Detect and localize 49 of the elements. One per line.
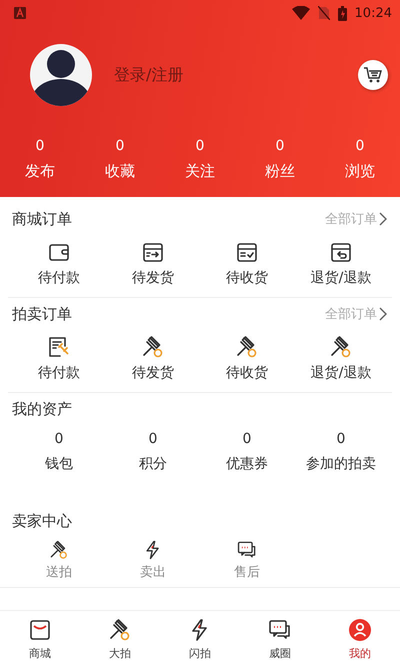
order-status-label[interactable]: 待收货 [226, 364, 268, 382]
order-status-label[interactable]: 退货/退款 [310, 364, 372, 382]
stat-label[interactable]: 关注 [185, 162, 215, 181]
clock-time: 10:24 [354, 6, 392, 20]
no-sim-icon [318, 6, 330, 20]
asset-label[interactable]: 参加的拍卖 [306, 455, 376, 473]
stat-count: 0 [36, 138, 44, 154]
battery-icon [338, 6, 347, 20]
section-title: 卖家中心 [12, 512, 72, 530]
stat-count: 0 [116, 138, 124, 154]
stat-count: 0 [276, 138, 284, 154]
order-status-label[interactable]: 待收货 [226, 269, 268, 287]
order-status-label[interactable]: 待付款 [38, 269, 80, 287]
asset-count: 0 [336, 431, 346, 447]
cart-button[interactable] [358, 60, 388, 90]
seller-action-label[interactable]: 卖出 [140, 563, 166, 581]
order-status-label[interactable]: 待发货 [132, 269, 174, 287]
nav-tab[interactable]: 大拍 [80, 611, 160, 666]
stat-count: 0 [356, 138, 364, 154]
stat-label[interactable]: 收藏 [105, 162, 135, 181]
order-status-label[interactable]: 退货/退款 [310, 269, 372, 287]
app-notification-icon [14, 7, 26, 19]
user-icon [347, 616, 373, 642]
order-status-label[interactable]: 待发货 [132, 364, 174, 382]
seller-action-label[interactable]: 售后 [234, 563, 260, 581]
section-title: 我的资产 [12, 400, 72, 418]
nav-tab[interactable]: 我的 [320, 611, 400, 666]
chevron-icon [379, 212, 388, 226]
order-status-label[interactable]: 待付款 [38, 364, 80, 382]
nav-tab[interactable]: 威圈 [240, 611, 320, 666]
stat-label[interactable]: 发布 [25, 162, 55, 181]
cart-icon [363, 66, 383, 84]
asset-count: 0 [242, 431, 252, 447]
asset-count: 0 [54, 431, 64, 447]
nav-tab[interactable]: 商城 [0, 611, 80, 666]
asset-count: 0 [148, 431, 158, 447]
section-title: 拍卖订单 [12, 304, 72, 324]
stat-label[interactable]: 浏览 [345, 162, 375, 181]
gavel-icon [48, 539, 70, 561]
asset-label[interactable]: 积分 [139, 455, 167, 473]
stat-label[interactable]: 粉丝 [265, 162, 295, 181]
asset-label[interactable]: 优惠券 [226, 455, 268, 473]
asset-label[interactable]: 钱包 [45, 455, 73, 473]
section-title: 商城订单 [12, 210, 72, 228]
nav-tab[interactable]: 闪拍 [160, 611, 240, 666]
wifi-icon [292, 6, 310, 20]
chevron-icon [379, 307, 388, 321]
stat-count: 0 [196, 138, 204, 154]
seller-action-label[interactable]: 送拍 [46, 563, 72, 581]
